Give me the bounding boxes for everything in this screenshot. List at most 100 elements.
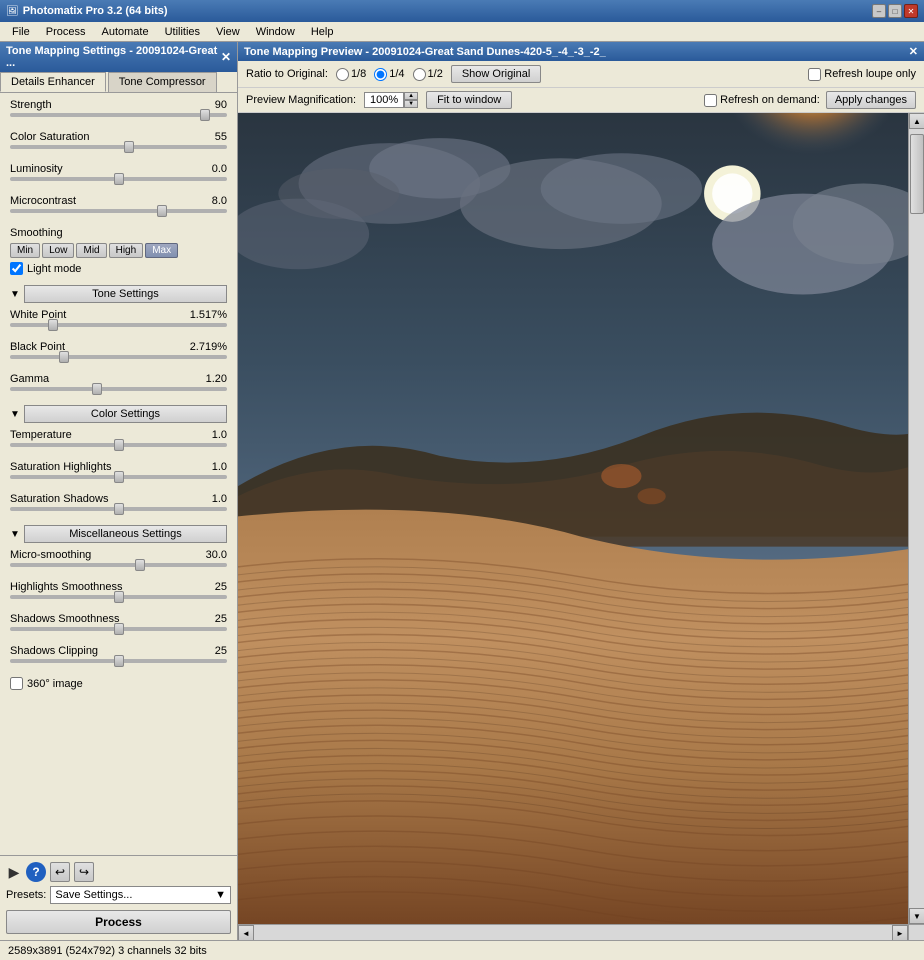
strength-thumb[interactable] xyxy=(200,109,210,121)
saturation-highlights-track[interactable] xyxy=(10,475,227,479)
panorama-label[interactable]: 360° image xyxy=(27,678,83,690)
refresh-demand-label[interactable]: Refresh on demand: xyxy=(704,94,820,107)
scroll-left-button[interactable]: ◄ xyxy=(238,925,254,940)
microcontrast-track[interactable] xyxy=(10,209,227,213)
color-saturation-thumb[interactable] xyxy=(124,141,134,153)
refresh-loupe-label[interactable]: Refresh loupe only xyxy=(808,68,916,81)
horizontal-scrollbar[interactable]: ◄ ► xyxy=(238,924,908,940)
smooth-btn-high[interactable]: High xyxy=(109,243,144,258)
maximize-button[interactable]: □ xyxy=(888,4,902,18)
ratio-1-4-label[interactable]: 1/4 xyxy=(374,68,404,81)
color-saturation-track[interactable] xyxy=(10,145,227,149)
temperature-track[interactable] xyxy=(10,443,227,447)
menu-file[interactable]: File xyxy=(4,24,38,40)
scroll-up-button[interactable]: ▲ xyxy=(909,113,924,129)
microcontrast-thumb[interactable] xyxy=(157,205,167,217)
luminosity-thumb[interactable] xyxy=(114,173,124,185)
ratio-1-2-label[interactable]: 1/2 xyxy=(413,68,443,81)
refresh-loupe-checkbox[interactable] xyxy=(808,68,821,81)
misc-settings-btn[interactable]: Miscellaneous Settings xyxy=(24,525,227,543)
vertical-scroll-thumb[interactable] xyxy=(910,134,924,214)
ratio-1-8-label[interactable]: 1/8 xyxy=(336,68,366,81)
panel-close-button[interactable]: ✕ xyxy=(221,50,231,64)
menu-automate[interactable]: Automate xyxy=(93,24,156,40)
tone-settings-btn[interactable]: Tone Settings xyxy=(24,285,227,303)
help-button[interactable]: ? xyxy=(26,862,46,882)
shadows-clipping-track[interactable] xyxy=(10,659,227,663)
refresh-demand-checkbox[interactable] xyxy=(704,94,717,107)
smooth-btn-min[interactable]: Min xyxy=(10,243,40,258)
scroll-right-button[interactable]: ► xyxy=(892,925,908,940)
microcontrast-row: Microcontrast 8.0 xyxy=(10,195,227,213)
preview-title-bar: Tone Mapping Preview - 20091024-Great Sa… xyxy=(238,42,924,61)
saturation-highlights-thumb[interactable] xyxy=(114,471,124,483)
redo-button[interactable]: ↪ xyxy=(74,862,94,882)
white-point-track[interactable] xyxy=(10,323,227,327)
white-point-thumb[interactable] xyxy=(48,319,58,331)
saturation-highlights-value: 1.0 xyxy=(212,461,227,473)
ratio-1-2-radio[interactable] xyxy=(413,68,426,81)
fit-window-button[interactable]: Fit to window xyxy=(426,91,512,109)
menu-process[interactable]: Process xyxy=(38,24,94,40)
misc-settings-arrow[interactable]: ▼ xyxy=(10,529,20,540)
tab-details-enhancer[interactable]: Details Enhancer xyxy=(0,72,106,92)
strength-track[interactable] xyxy=(10,113,227,117)
gamma-thumb[interactable] xyxy=(92,383,102,395)
scroll-down-button[interactable]: ▼ xyxy=(909,908,924,924)
gamma-track[interactable] xyxy=(10,387,227,391)
gamma-row: Gamma 1.20 xyxy=(10,373,227,391)
micro-smoothing-thumb[interactable] xyxy=(135,559,145,571)
menu-help[interactable]: Help xyxy=(303,24,342,40)
highlights-smoothness-thumb[interactable] xyxy=(114,591,124,603)
shadows-clipping-value: 25 xyxy=(215,645,227,657)
minimize-button[interactable]: – xyxy=(872,4,886,18)
presets-dropdown[interactable]: Save Settings... ▼ xyxy=(50,886,231,904)
menu-utilities[interactable]: Utilities xyxy=(157,24,208,40)
vertical-scrollbar[interactable]: ▲ ▼ xyxy=(908,113,924,924)
micro-smoothing-track[interactable] xyxy=(10,563,227,567)
ratio-1-8-radio[interactable] xyxy=(336,68,349,81)
presets-row: Presets: Save Settings... ▼ xyxy=(6,886,231,904)
undo-button[interactable]: ↩ xyxy=(50,862,70,882)
black-point-thumb[interactable] xyxy=(59,351,69,363)
shadows-clipping-thumb[interactable] xyxy=(114,655,124,667)
ratio-1-4-radio[interactable] xyxy=(374,68,387,81)
smooth-btn-mid[interactable]: Mid xyxy=(76,243,106,258)
menu-window[interactable]: Window xyxy=(248,24,303,40)
preview-title-text: Tone Mapping Preview - 20091024-Great Sa… xyxy=(244,46,606,58)
close-button[interactable]: ✕ xyxy=(904,4,918,18)
light-mode-row: Light mode xyxy=(10,262,227,275)
smooth-btn-max[interactable]: Max xyxy=(145,243,178,258)
play-button[interactable]: ▶ xyxy=(6,864,22,880)
apply-changes-button[interactable]: Apply changes xyxy=(826,91,916,109)
color-settings-btn[interactable]: Color Settings xyxy=(24,405,227,423)
color-settings-arrow[interactable]: ▼ xyxy=(10,409,20,420)
saturation-shadows-thumb[interactable] xyxy=(114,503,124,515)
menu-view[interactable]: View xyxy=(208,24,248,40)
mag-down-button[interactable]: ▼ xyxy=(404,100,418,108)
shadows-smoothness-thumb[interactable] xyxy=(114,623,124,635)
show-original-button[interactable]: Show Original xyxy=(451,65,541,83)
black-point-value: 2.719% xyxy=(190,341,227,353)
temperature-thumb[interactable] xyxy=(114,439,124,451)
preview-mag-label: Preview Magnification: xyxy=(246,94,356,106)
panorama-checkbox[interactable] xyxy=(10,677,23,690)
preview-close-icon[interactable]: ✕ xyxy=(909,45,918,58)
process-button[interactable]: Process xyxy=(6,910,231,934)
action-icons: ▶ ? ↩ ↪ xyxy=(6,862,231,882)
smooth-btn-low[interactable]: Low xyxy=(42,243,74,258)
magnification-input[interactable] xyxy=(364,92,404,108)
microcontrast-label: Microcontrast xyxy=(10,195,76,207)
saturation-shadows-track[interactable] xyxy=(10,507,227,511)
shadows-smoothness-row: Shadows Smoothness 25 xyxy=(10,613,227,631)
title-bar: 🖼 Photomatix Pro 3.2 (64 bits) – □ ✕ xyxy=(0,0,924,22)
shadows-smoothness-track[interactable] xyxy=(10,627,227,631)
luminosity-track[interactable] xyxy=(10,177,227,181)
black-point-track[interactable] xyxy=(10,355,227,359)
tab-tone-compressor[interactable]: Tone Compressor xyxy=(108,72,217,92)
light-mode-checkbox[interactable] xyxy=(10,262,23,275)
tone-settings-arrow[interactable]: ▼ xyxy=(10,289,20,300)
light-mode-label[interactable]: Light mode xyxy=(27,263,81,275)
mag-up-button[interactable]: ▲ xyxy=(404,92,418,100)
highlights-smoothness-track[interactable] xyxy=(10,595,227,599)
